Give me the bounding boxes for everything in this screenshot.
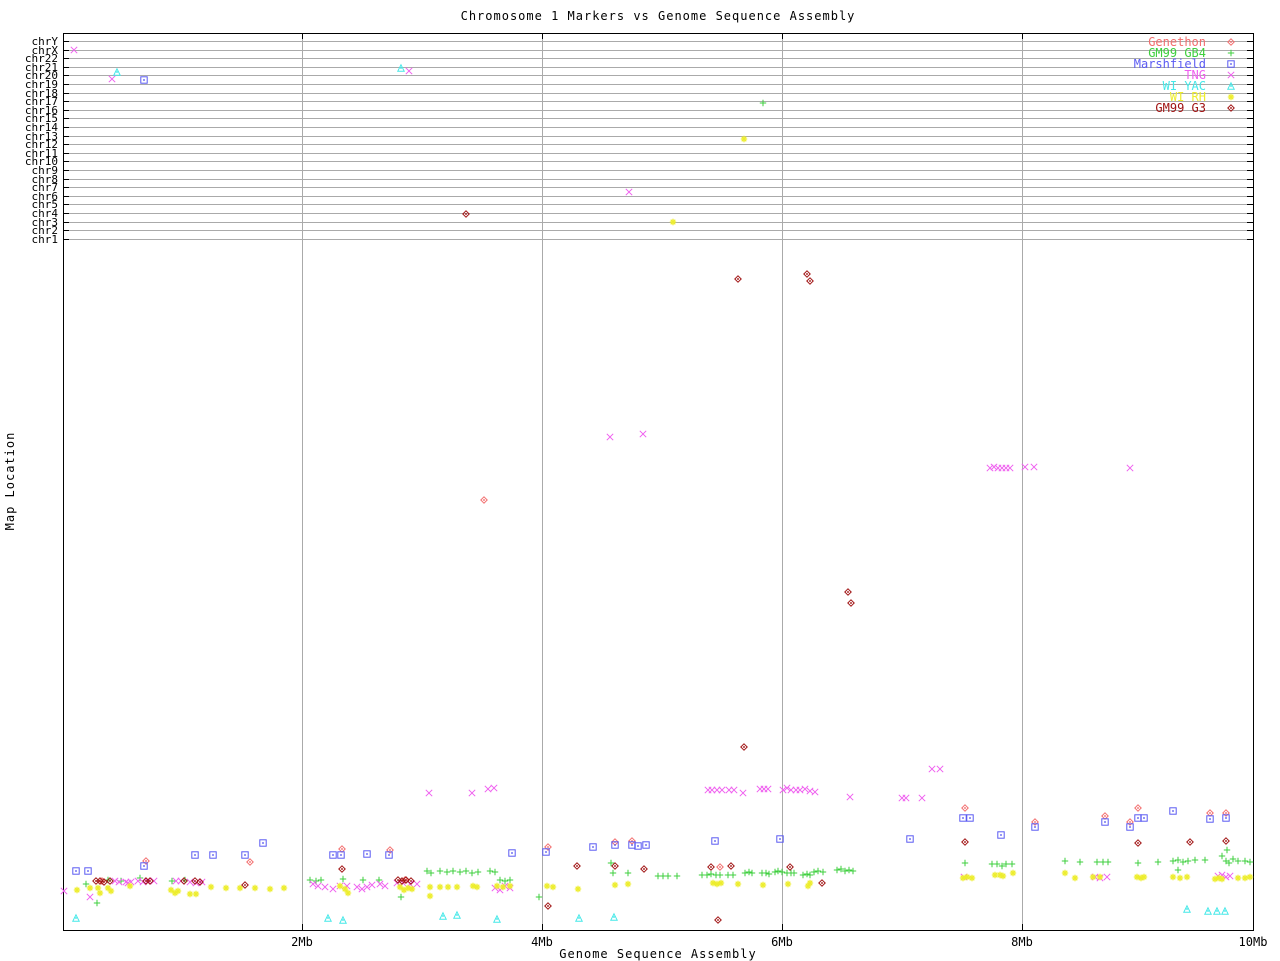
- chart-container: Chromosome 1 Markers vs Genome Sequence …: [0, 0, 1280, 960]
- series-gm99-g3: [93, 211, 1229, 923]
- series-wi-yac: [73, 65, 1228, 923]
- x-tick-2Mb: 2Mb: [291, 935, 313, 949]
- series-genethon: [99, 497, 1229, 884]
- x-tick-6Mb: 6Mb: [771, 935, 793, 949]
- plot-area: chrYchrXchr22chr21chr20chr19chr18chr17ch…: [0, 0, 1280, 960]
- legend-marker-wi-yac: [1228, 83, 1234, 89]
- y-tick-chr1: chr1: [32, 233, 59, 246]
- series-tng: [61, 47, 1233, 900]
- y-tick-labels: chrYchrXchr22chr21chr20chr19chr18chr17ch…: [25, 35, 58, 246]
- x-tick-8Mb: 8Mb: [1011, 935, 1033, 949]
- series-wi-rh: [74, 136, 1253, 899]
- legend-marker-marshfield: [1228, 61, 1234, 67]
- x-tick-4Mb: 4Mb: [531, 935, 553, 949]
- legend-item-gm99-g3: GM99 G3: [1155, 101, 1206, 115]
- legend-marker-wi-rh: [1228, 94, 1234, 100]
- x-tick-labels: 2Mb 4Mb 6Mb 8Mb 10Mb: [291, 935, 1267, 949]
- gridlines: [63, 33, 1253, 930]
- plot-border: [63, 33, 1254, 931]
- x-tick-10Mb: 10Mb: [1239, 935, 1268, 949]
- series-gm99-gb4: [83, 100, 1253, 906]
